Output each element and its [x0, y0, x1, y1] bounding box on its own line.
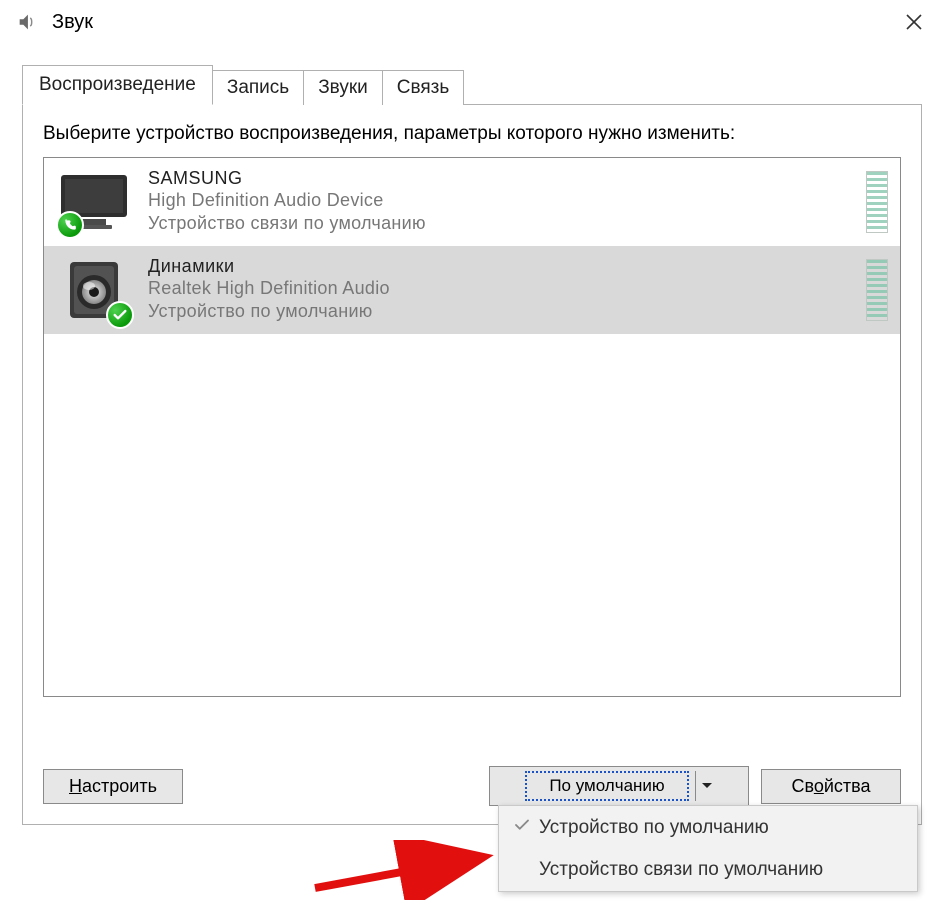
default-dropdown-menu: Устройство по умолчанию Устройство связи… [498, 805, 918, 892]
window-title: Звук [52, 11, 894, 34]
device-status: Устройство по умолчанию [148, 300, 866, 323]
menu-item-label: Устройство по умолчанию [539, 817, 769, 839]
tab-strip: Воспроизведение Запись Звуки Связь [22, 64, 922, 105]
tab-panel: Выберите устройство воспроизведения, пар… [22, 105, 922, 825]
menu-item-default-device[interactable]: Устройство по умолчанию [499, 806, 917, 849]
device-icon [54, 255, 134, 325]
check-badge-icon [106, 301, 134, 329]
device-item-speakers[interactable]: Динамики Realtek High Definition Audio У… [44, 246, 900, 334]
configure-button[interactable]: Настроить [43, 769, 183, 804]
device-status: Устройство связи по умолчанию [148, 212, 866, 235]
level-meter [866, 259, 888, 321]
device-driver: Realtek High Definition Audio [148, 277, 866, 300]
tab-playback[interactable]: Воспроизведение [22, 65, 213, 105]
device-name: Динамики [148, 256, 866, 277]
tab-label: Связь [397, 77, 450, 98]
device-name: SAMSUNG [148, 168, 866, 189]
tab-label: Звуки [318, 77, 368, 98]
close-button[interactable] [894, 2, 934, 42]
device-item-samsung[interactable]: SAMSUNG High Definition Audio Device Уст… [44, 158, 900, 246]
phone-badge-icon [56, 211, 84, 239]
titlebar: Звук [0, 0, 944, 44]
panel-description: Выберите устройство воспроизведения, пар… [43, 121, 901, 147]
chevron-down-icon [701, 782, 713, 790]
check-icon [513, 816, 539, 839]
set-default-button[interactable]: По умолчанию Устройство по умолчанию Уст… [489, 766, 749, 806]
device-list[interactable]: SAMSUNG High Definition Audio Device Уст… [43, 157, 901, 697]
sound-icon [16, 11, 38, 33]
annotation-arrow [310, 840, 500, 900]
tab-communications[interactable]: Связь [382, 70, 465, 105]
menu-item-label: Устройство связи по умолчанию [539, 859, 823, 881]
button-row: Настроить По умолчанию Устройство по умо… [43, 766, 901, 806]
tab-label: Запись [227, 77, 289, 98]
sound-window: Звук Воспроизведение Запись Звуки Связь … [0, 0, 944, 910]
device-text: Динамики Realtek High Definition Audio У… [148, 256, 866, 324]
properties-button[interactable]: Свойства [761, 769, 901, 804]
close-icon [905, 13, 923, 31]
dropdown-caret[interactable] [695, 771, 719, 801]
device-icon [54, 167, 134, 237]
device-driver: High Definition Audio Device [148, 189, 866, 212]
device-text: SAMSUNG High Definition Audio Device Уст… [148, 168, 866, 236]
tab-recording[interactable]: Запись [212, 70, 304, 105]
tab-sounds[interactable]: Звуки [303, 70, 383, 105]
tab-label: Воспроизведение [39, 74, 196, 95]
menu-item-default-comm-device[interactable]: Устройство связи по умолчанию [499, 849, 917, 891]
level-meter [866, 171, 888, 233]
